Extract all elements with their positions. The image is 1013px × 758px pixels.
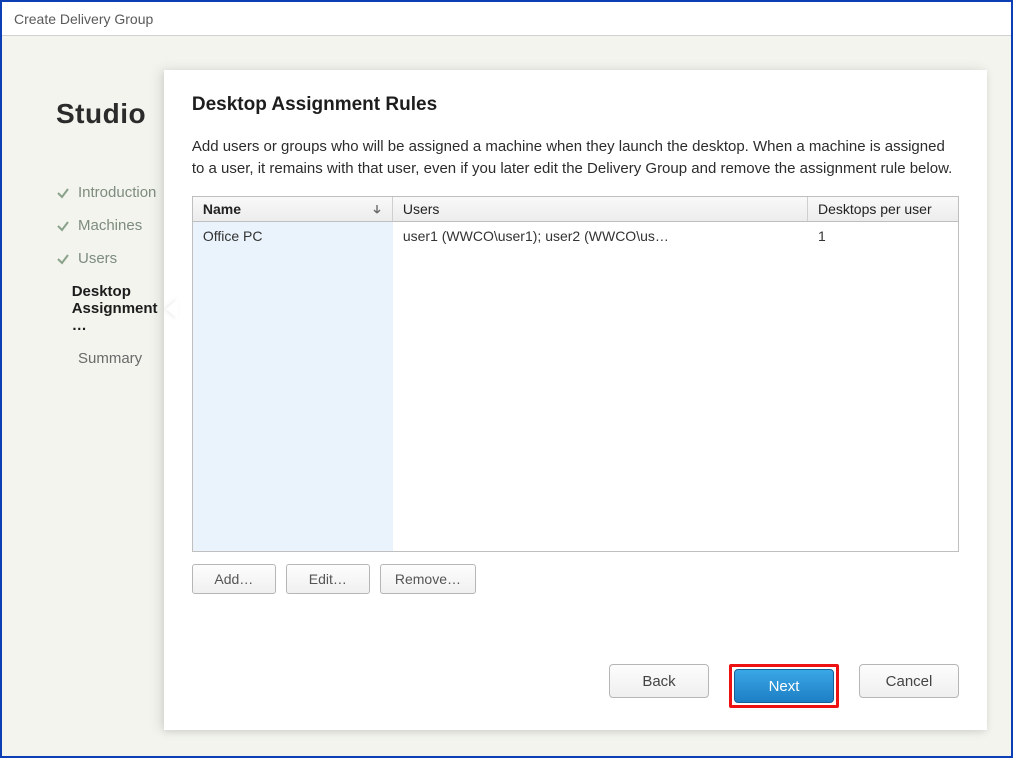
back-button[interactable]: Back	[609, 664, 709, 698]
table-action-buttons: Add… Edit… Remove…	[192, 564, 959, 594]
cell-name: Office PC	[193, 222, 393, 250]
next-button[interactable]: Next	[734, 669, 834, 703]
table-rest-background	[393, 250, 958, 551]
column-header-label: Name	[203, 201, 241, 217]
step-label: Introduction	[78, 184, 156, 201]
window-title: Create Delivery Group	[14, 11, 153, 27]
remove-button[interactable]: Remove…	[380, 564, 476, 594]
wizard-body: Studio Introduction Machines	[2, 36, 1011, 756]
column-header-desktops-per-user[interactable]: Desktops per user	[808, 197, 958, 221]
step-introduction[interactable]: Introduction	[56, 176, 164, 209]
column-header-label: Desktops per user	[818, 201, 932, 217]
page-heading: Desktop Assignment Rules	[192, 94, 959, 116]
edit-button[interactable]: Edit…	[286, 564, 370, 594]
column-header-users[interactable]: Users	[393, 197, 808, 221]
product-brand: Studio	[56, 98, 164, 130]
wizard-steps: Introduction Machines Users Desk	[56, 176, 164, 375]
table-empty-area	[193, 250, 958, 551]
check-icon	[56, 186, 70, 200]
next-button-highlight: Next	[729, 664, 839, 708]
column-header-label: Users	[403, 201, 440, 217]
check-icon	[56, 219, 70, 233]
cell-desktops-per-user: 1	[808, 222, 958, 250]
step-users[interactable]: Users	[56, 242, 164, 275]
step-label: Desktop Assignment …	[72, 283, 164, 334]
wizard-page: Desktop Assignment Rules Add users or gr…	[164, 70, 987, 730]
page-description: Add users or groups who will be assigned…	[192, 136, 959, 180]
cell-users: user1 (WWCO\user1); user2 (WWCO\us…	[393, 222, 808, 250]
step-desktop-assignment[interactable]: Desktop Assignment …	[56, 275, 164, 342]
title-bar: Create Delivery Group	[2, 2, 1011, 36]
wizard-nav-buttons: Back Next Cancel	[192, 630, 959, 708]
wizard-window: Create Delivery Group Studio Introductio…	[0, 0, 1013, 758]
step-label: Summary	[78, 350, 142, 367]
step-summary[interactable]: Summary	[56, 342, 164, 375]
wizard-sidebar: Studio Introduction Machines	[26, 70, 164, 730]
step-machines[interactable]: Machines	[56, 209, 164, 242]
sort-descending-icon	[372, 204, 382, 214]
step-label: Machines	[78, 217, 142, 234]
table-name-column-background	[193, 250, 393, 551]
table-header-row: Name Users Desktops per user	[193, 197, 958, 222]
step-label: Users	[78, 250, 117, 267]
cancel-button[interactable]: Cancel	[859, 664, 959, 698]
check-icon	[56, 252, 70, 266]
rules-table: Name Users Desktops per user Office PC u…	[192, 196, 959, 552]
column-header-name[interactable]: Name	[193, 197, 393, 221]
add-button[interactable]: Add…	[192, 564, 276, 594]
table-row[interactable]: Office PC user1 (WWCO\user1); user2 (WWC…	[193, 222, 958, 250]
